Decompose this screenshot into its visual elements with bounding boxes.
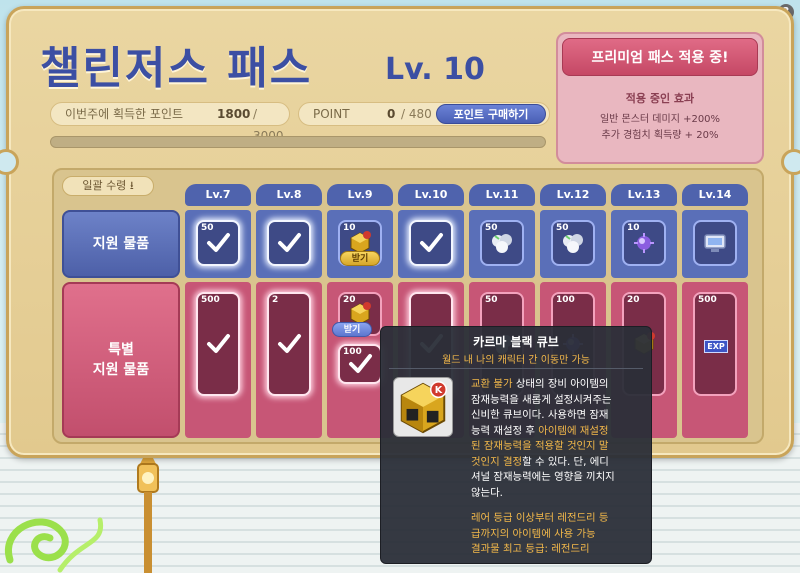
- basic-reward-slot[interactable]: 10: [622, 220, 666, 266]
- reward-quantity: 500: [698, 295, 717, 305]
- row-label-special-line1: 특별: [108, 342, 134, 358]
- checkmark-icon: [278, 233, 301, 252]
- tooltip-line: 능력 재설정 후: [471, 424, 539, 437]
- reward-quantity: 2: [272, 295, 279, 305]
- point-progress-bar: [50, 136, 546, 148]
- tooltip-line: 상태의 장비 아이템의: [512, 378, 609, 390]
- checkmark-icon: [420, 233, 443, 252]
- level-header: Lv.9: [327, 184, 393, 206]
- crystal-cluster-icon: [492, 234, 512, 253]
- point-label: POINT: [313, 107, 350, 121]
- level-header: Lv.12: [540, 184, 606, 206]
- monitor-coupon-icon: [704, 234, 726, 252]
- tooltip-foot-line: 급까지의 아이템에 사용 가능: [471, 527, 596, 540]
- purple-orb-icon: [634, 233, 654, 253]
- tooltip-line: 않는다.: [471, 486, 503, 499]
- ticket-notch-right: [781, 149, 800, 175]
- special-reward-slot[interactable]: 500: [196, 292, 240, 396]
- tooltip-line: 셔널 잠재능력에는 영향을 끼치지: [471, 471, 615, 483]
- reward-quantity: 500: [201, 295, 220, 305]
- basic-reward-slot[interactable]: [409, 220, 453, 266]
- tooltip-line: 된 잠재능력을 적용할 것인지 말: [471, 440, 609, 452]
- level-header: Lv.7: [185, 184, 251, 206]
- level-header: Lv.8: [256, 184, 322, 206]
- checkmark-icon: [349, 354, 372, 373]
- premium-effect-exp: 추가 경험치 획득량 + 20%: [601, 130, 719, 141]
- basic-reward-slot[interactable]: 50: [196, 220, 240, 266]
- karma-black-cube-icon: K: [393, 377, 453, 437]
- crystal-cluster-icon: [563, 234, 583, 253]
- tooltip-foot-line: 레어 등급 이상부터 레전드리 등: [471, 512, 609, 524]
- checkmark-icon: [278, 334, 301, 353]
- checkmark-icon: [207, 233, 230, 252]
- level-header: Lv.14: [682, 184, 748, 206]
- page-title: 챌린저스 패스: [40, 43, 313, 94]
- premium-active-button[interactable]: 프리미엄 패스 적용 중!: [562, 38, 758, 76]
- checkmark-icon: [207, 334, 230, 353]
- claim-all-button[interactable]: 일괄 수령 ⭳: [62, 176, 154, 196]
- claim-reward-button[interactable]: 받기: [332, 322, 372, 337]
- reward-quantity: 20: [627, 295, 640, 305]
- reward-quantity: 100: [556, 295, 575, 305]
- pass-level: Lv. 10: [385, 52, 485, 87]
- tooltip-hl-untradeable: 교환 불가: [471, 378, 513, 390]
- tooltip-line: 할 수 있다. 단, 에디: [522, 455, 609, 468]
- weekly-points-pill: 이번주에 획득한 포인트 1800 / 3000: [50, 102, 290, 143]
- premium-effect-damage: 일반 몬스터 데미지 +200%: [599, 114, 721, 125]
- special-reward-slot-secondary[interactable]: 100: [338, 344, 382, 384]
- point-value: 0: [387, 107, 396, 121]
- tooltip-foot-line: 결과물 최고 등급: 레전드리: [471, 543, 590, 555]
- row-label-basic: 지원 물품: [62, 210, 180, 278]
- premium-pass-box: 프리미엄 패스 적용 중! 적용 중인 효과 일반 몬스터 데미지 +200% …: [556, 32, 764, 164]
- level-header: Lv.10: [398, 184, 464, 206]
- tooltip-subtitle: 월드 내 나의 캐릭터 간 이동만 가능: [442, 355, 590, 366]
- tooltip-line: 신비한 큐브이다. 사용하면 잠재: [471, 409, 609, 421]
- tooltip-footer: 레어 등급 이상부터 레전드리 등 급까지의 아이템에 사용 가능 결과물 최고…: [471, 511, 649, 558]
- basic-reward-slot[interactable]: 50: [551, 220, 595, 266]
- weekly-points-label: 이번주에 획득한 포인트: [65, 107, 184, 121]
- basic-reward-slot[interactable]: [267, 220, 311, 266]
- reward-quantity: 50: [485, 295, 498, 305]
- ticket-notch-left: [0, 149, 19, 175]
- special-reward-slot[interactable]: 500 EXP: [693, 292, 737, 396]
- basic-reward-slot[interactable]: 50: [480, 220, 524, 266]
- premium-effects-title: 적용 중인 효과: [625, 92, 695, 105]
- basic-reward-slot[interactable]: [693, 220, 737, 266]
- level-header: Lv.11: [469, 184, 535, 206]
- special-reward-slot[interactable]: 2: [267, 292, 311, 396]
- row-label-special-line2: 지원 물품: [92, 362, 150, 378]
- item-tooltip: 카르마 블랙 큐브 월드 내 나의 캐릭터 간 이동만 가능 K 교환 불가 상…: [380, 326, 652, 564]
- tooltip-hl: 것인지 결정: [471, 455, 523, 468]
- tooltip-line: 잠재능력을 새롭게 설정시켜주는: [471, 393, 612, 406]
- tooltip-description: 교환 불가 상태의 장비 아이템의 잠재능력을 새롭게 설정시켜주는 신비한 큐…: [471, 377, 645, 501]
- row-label-special: 특별 지원 물품: [62, 282, 180, 438]
- green-swirl-decoration: [4, 517, 104, 573]
- lamp-post-decoration: [137, 448, 159, 573]
- buy-points-button[interactable]: 포인트 구매하기: [436, 104, 546, 124]
- tooltip-divider: [389, 368, 643, 369]
- tooltip-hl: 아이템에 재설정: [538, 424, 609, 437]
- weekly-points-value: 1800: [217, 107, 251, 121]
- level-header: Lv.13: [611, 184, 677, 206]
- svg-text:K: K: [435, 385, 443, 396]
- claim-reward-button[interactable]: 받기: [340, 251, 380, 266]
- claim-all-label: 일괄 수령: [82, 179, 127, 192]
- download-icon: ⭳: [129, 179, 134, 192]
- exp-coupon-icon: EXP: [704, 340, 728, 353]
- point-max: / 480: [401, 107, 432, 121]
- tooltip-title: 카르마 블랙 큐브: [473, 335, 559, 349]
